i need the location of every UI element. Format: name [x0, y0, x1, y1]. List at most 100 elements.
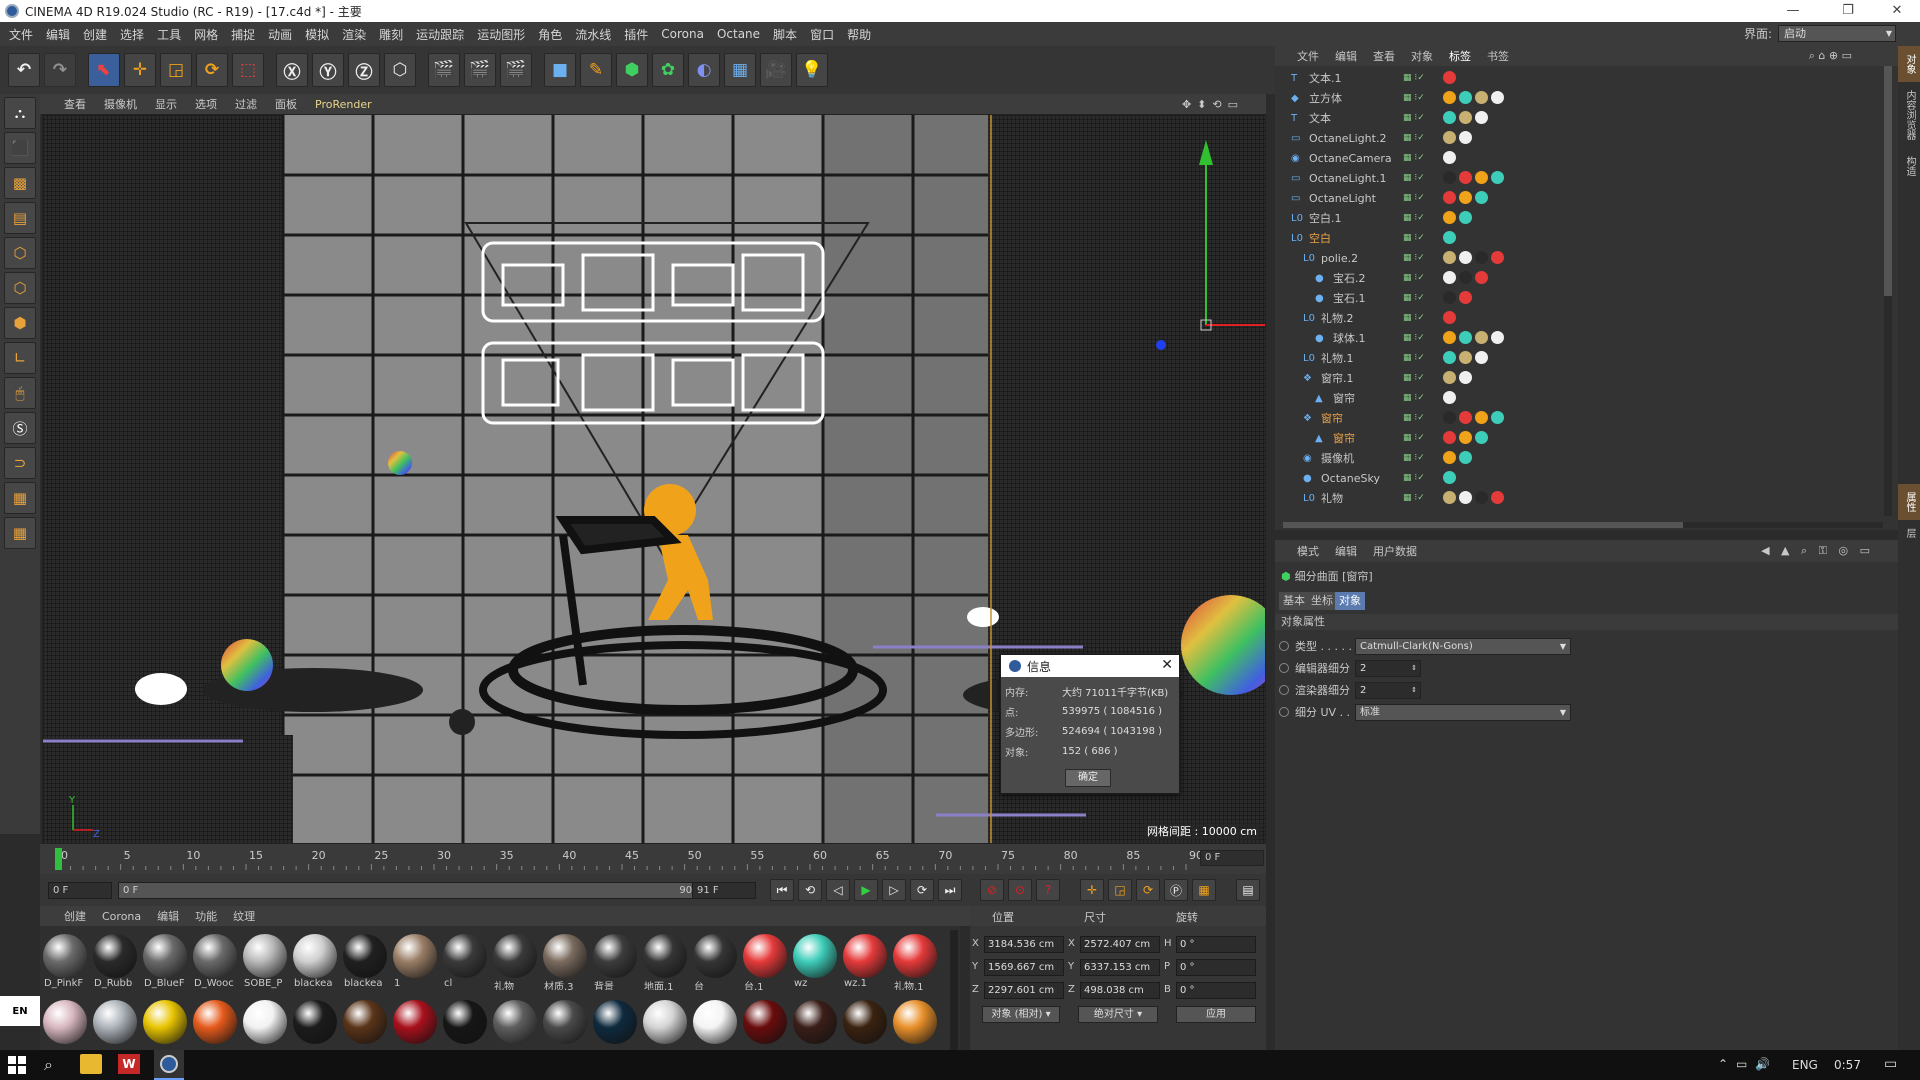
material-swatch[interactable]: 礼物.1: [892, 934, 938, 990]
current-frame-field[interactable]: 0 F: [1200, 850, 1264, 866]
stepper-icon[interactable]: ⇕: [1411, 683, 1417, 698]
apply-button[interactable]: 应用: [1176, 1006, 1256, 1023]
mat-menu-corona[interactable]: Corona: [102, 910, 141, 923]
animate-dot-icon[interactable]: [1279, 641, 1289, 651]
strip-tab-attributes[interactable]: 属性: [1898, 484, 1920, 520]
vp-menu-prorender[interactable]: ProRender: [315, 98, 372, 111]
tag-icon[interactable]: [1475, 251, 1488, 264]
visibility-toggle-icon[interactable]: ▦ ⁝✓: [1403, 73, 1425, 83]
windows-start-icon[interactable]: [8, 1056, 26, 1074]
attr-menu-userdata[interactable]: 用户数据: [1373, 543, 1417, 559]
rotate-button[interactable]: ⟳: [196, 53, 228, 87]
wps-icon[interactable]: W: [118, 1054, 140, 1074]
render-settings-button[interactable]: 🎬: [500, 53, 532, 87]
position-x-field[interactable]: 3184.536 cm: [984, 936, 1064, 953]
locked-workplane-button[interactable]: ▦: [4, 482, 36, 514]
visibility-toggle-icon[interactable]: ▦ ⁝✓: [1403, 93, 1425, 103]
material-swatch[interactable]: blackea: [342, 934, 388, 989]
visibility-toggle-icon[interactable]: ▦ ⁝✓: [1403, 373, 1425, 383]
subdiv-type-dropdown[interactable]: Catmull-Clark(N-Gons) ▼: [1355, 638, 1571, 655]
size-x-field[interactable]: 2572.407 cm: [1080, 936, 1160, 953]
frame-range-slider[interactable]: 0 F 90 F: [118, 882, 718, 899]
c4d-taskbar-button[interactable]: [154, 1050, 184, 1080]
vp-menu-filter[interactable]: 过滤: [235, 96, 257, 112]
editor-subdiv-field[interactable]: 2 ⇕: [1355, 660, 1421, 677]
material-swatch[interactable]: cl: [442, 934, 488, 989]
cloner-button[interactable]: ✿: [652, 53, 684, 87]
autokey-button[interactable]: ⊙: [1008, 879, 1032, 901]
menu-file[interactable]: 文件: [6, 26, 43, 43]
object-row[interactable]: L0 空白.1 ▦ ⁝✓: [1275, 208, 1883, 228]
object-row[interactable]: ❖ 窗帘 ▦ ⁝✓: [1275, 408, 1883, 428]
menu-create[interactable]: 创建: [80, 26, 117, 43]
tag-icon[interactable]: [1443, 71, 1456, 84]
tag-icon[interactable]: [1443, 311, 1456, 324]
object-row[interactable]: L0 空白 ▦ ⁝✓: [1275, 228, 1883, 248]
viewport-nav-icons[interactable]: ✥⬍⟲▭: [1182, 98, 1244, 111]
material-swatch[interactable]: [742, 1000, 788, 1054]
coord-mode-dropdown[interactable]: 对象 (相对) ▾: [982, 1006, 1060, 1023]
menu-render[interactable]: 渲染: [339, 26, 376, 43]
menu-plugins[interactable]: 插件: [621, 26, 658, 43]
visibility-toggle-icon[interactable]: ▦ ⁝✓: [1403, 413, 1425, 423]
undo-button[interactable]: ↶: [8, 53, 40, 87]
input-language[interactable]: ENG: [1792, 1058, 1818, 1072]
strip-tab-content-browser[interactable]: 内容浏览器: [1898, 82, 1920, 148]
tag-icon[interactable]: [1459, 131, 1472, 144]
obj-menu-tags[interactable]: 标签: [1449, 48, 1471, 64]
tag-icon[interactable]: [1459, 271, 1472, 284]
timeline-ruler[interactable]: 0 5 10 15 20 25 30 35 40 45 50 55 60 65 70 75 80 85 90: [54, 846, 1204, 870]
material-scrollbar[interactable]: [950, 930, 958, 1060]
material-swatch[interactable]: [892, 1000, 938, 1054]
coordinate-system-button[interactable]: ⬡: [384, 53, 416, 87]
pen-button[interactable]: ✎: [580, 53, 612, 87]
tag-icon[interactable]: [1475, 351, 1488, 364]
object-row[interactable]: ● 宝石.2 ▦ ⁝✓: [1275, 268, 1883, 288]
menu-edit[interactable]: 编辑: [43, 26, 80, 43]
menu-simulate[interactable]: 模拟: [302, 26, 339, 43]
material-swatch[interactable]: D_PinkF: [42, 934, 88, 989]
key-parameter-button[interactable]: Ⓟ: [1164, 879, 1188, 901]
visibility-toggle-icon[interactable]: ▦ ⁝✓: [1403, 353, 1425, 363]
visibility-toggle-icon[interactable]: ▦ ⁝✓: [1403, 433, 1425, 443]
material-swatch[interactable]: [392, 1000, 438, 1054]
visibility-toggle-icon[interactable]: ▦ ⁝✓: [1403, 453, 1425, 463]
object-row[interactable]: L0 礼物.1 ▦ ⁝✓: [1275, 348, 1883, 368]
tag-icon[interactable]: [1475, 91, 1488, 104]
tag-icon[interactable]: [1443, 331, 1456, 344]
material-swatch[interactable]: [92, 1000, 138, 1054]
deformer-button[interactable]: ◐: [688, 53, 720, 87]
vp-menu-panel[interactable]: 面板: [275, 96, 297, 112]
size-z-field[interactable]: 498.038 cm: [1080, 982, 1160, 999]
object-row[interactable]: ▲ 窗帘 ▦ ⁝✓: [1275, 388, 1883, 408]
next-frame-button[interactable]: ▷: [882, 879, 906, 901]
object-row[interactable]: ● OctaneSky ▦ ⁝✓: [1275, 468, 1883, 488]
live-select-button[interactable]: ⬉: [88, 53, 120, 87]
strip-tab-objects[interactable]: 对象: [1898, 46, 1920, 82]
visibility-toggle-icon[interactable]: ▦ ⁝✓: [1403, 393, 1425, 403]
key-rotation-button[interactable]: ⟳: [1136, 879, 1160, 901]
strip-tab-layers[interactable]: 层: [1898, 520, 1920, 546]
magnet-button[interactable]: ⊃: [4, 447, 36, 479]
object-row[interactable]: T 文本.1 ▦ ⁝✓: [1275, 68, 1883, 88]
subdiv-uv-dropdown[interactable]: 标准 ▼: [1355, 704, 1571, 721]
key-scale-button[interactable]: ◲: [1108, 879, 1132, 901]
visibility-toggle-icon[interactable]: ▦ ⁝✓: [1403, 293, 1425, 303]
next-key-button[interactable]: ⟳: [910, 879, 934, 901]
make-editable-button[interactable]: ⛬: [4, 97, 36, 129]
material-swatch[interactable]: 1: [392, 934, 438, 989]
visibility-toggle-icon[interactable]: ▦ ⁝✓: [1403, 193, 1425, 203]
object-row[interactable]: ◆ 立方体 ▦ ⁝✓: [1275, 88, 1883, 108]
record-button[interactable]: ⊘: [980, 879, 1004, 901]
ime-indicator[interactable]: EN: [0, 996, 40, 1026]
rotation-p-field[interactable]: 0 °: [1176, 959, 1256, 976]
planar-workplane-button[interactable]: ▦: [4, 517, 36, 549]
mat-menu-texture[interactable]: 纹理: [233, 908, 255, 924]
tag-icon[interactable]: [1491, 411, 1504, 424]
tag-icon[interactable]: [1443, 211, 1456, 224]
camera-button[interactable]: 🎥: [760, 53, 792, 87]
model-mode-button[interactable]: ⬛: [4, 132, 36, 164]
timeline-window-button[interactable]: ▤: [1236, 879, 1260, 901]
tag-icon[interactable]: [1443, 251, 1456, 264]
vp-menu-cameras[interactable]: 摄像机: [104, 96, 137, 112]
